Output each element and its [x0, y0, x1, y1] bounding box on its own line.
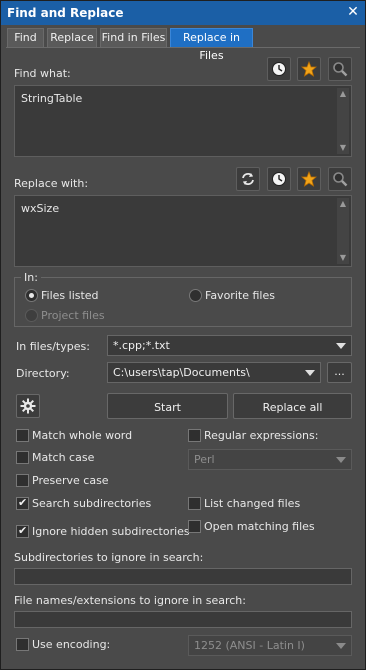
gear-icon	[20, 398, 36, 414]
replace-history-button[interactable]	[267, 167, 291, 191]
directory-label: Directory:	[16, 367, 70, 380]
find-history-button[interactable]	[267, 57, 291, 81]
favorite-files-label[interactable]: Favorite files	[205, 289, 275, 302]
replace-swap-button[interactable]	[236, 167, 260, 191]
use-encoding-label[interactable]: Use encoding:	[32, 638, 110, 651]
match-case-label[interactable]: Match case	[32, 451, 94, 464]
ignore-hidden-subdirectories-label[interactable]: Ignore hidden subdirectories	[32, 525, 190, 538]
swap-refresh-icon	[242, 173, 254, 185]
ignore-hidden-subdirectories-checkbox[interactable]	[16, 524, 29, 538]
replace-with-scrollbar[interactable]: ▲ ▼	[337, 198, 349, 264]
settings-button[interactable]	[16, 394, 40, 418]
file-types-combo[interactable]: *.cpp;*.txt	[107, 335, 352, 356]
subdirs-ignore-input[interactable]	[14, 568, 352, 585]
chevron-down-icon[interactable]	[305, 370, 315, 376]
favorite-star-icon	[301, 171, 317, 187]
search-magnifier-icon	[333, 172, 348, 187]
chevron-down-icon	[336, 457, 346, 463]
replace-favorites-button[interactable]	[297, 167, 321, 191]
names-ignore-label: File names/extensions to ignore in searc…	[14, 594, 246, 607]
subdirs-ignore-label: Subdirectories to ignore in search:	[14, 551, 204, 564]
directory-value: C:\users\tap\Documents\	[113, 366, 250, 379]
files-listed-radio[interactable]	[25, 289, 38, 302]
directory-combo[interactable]: C:\users\tap\Documents\	[107, 362, 321, 383]
regular-expressions-label[interactable]: Regular expressions:	[204, 429, 318, 442]
list-changed-files-checkbox[interactable]	[188, 497, 201, 510]
list-changed-files-label[interactable]: List changed files	[204, 497, 300, 510]
tab-replace-in-files[interactable]: Replace in Files	[170, 28, 253, 62]
history-clock-icon	[272, 172, 286, 186]
regex-engine-combo: Perl	[188, 449, 352, 470]
start-label: Start	[154, 401, 181, 414]
file-types-value: *.cpp;*.txt	[113, 339, 170, 352]
find-what-value: StringTable	[21, 92, 83, 105]
find-what-scrollbar[interactable]: ▲ ▼	[337, 88, 349, 154]
tab-find[interactable]: Find	[7, 28, 44, 48]
search-subdirectories-label[interactable]: Search subdirectories	[32, 497, 151, 510]
favorite-star-icon	[301, 61, 317, 77]
in-group-label: In:	[21, 271, 41, 284]
window-title: Find and Replace	[7, 6, 124, 20]
title-bar: Find and Replace ✕	[1, 1, 365, 25]
use-encoding-checkbox[interactable]	[16, 638, 29, 651]
start-button[interactable]: Start	[107, 393, 228, 419]
find-what-label: Find what:	[14, 67, 71, 80]
tab-replace[interactable]: Replace	[47, 28, 97, 48]
history-clock-icon	[272, 62, 286, 76]
find-search-button[interactable]	[328, 57, 352, 81]
regex-engine-value: Perl	[194, 453, 215, 466]
replace-all-button[interactable]: Replace all	[233, 393, 352, 419]
encoding-combo: 1252 (ANSI - Latin I)	[188, 635, 352, 656]
scroll-down-icon[interactable]: ▼	[337, 142, 349, 154]
replace-with-input[interactable]: wxSize ▲ ▼	[14, 195, 352, 267]
project-files-radio	[25, 309, 38, 322]
favorite-files-radio[interactable]	[189, 289, 202, 302]
replace-with-label: Replace with:	[14, 177, 89, 190]
file-types-label: In files/types:	[16, 340, 90, 353]
scroll-up-icon[interactable]: ▲	[337, 88, 349, 100]
browse-directory-button[interactable]: ...	[327, 362, 352, 383]
project-files-label: Project files	[41, 309, 105, 322]
search-subdirectories-checkbox[interactable]	[16, 496, 29, 510]
replace-with-value: wxSize	[21, 202, 60, 215]
encoding-value: 1252 (ANSI - Latin I)	[194, 639, 305, 652]
find-replace-dialog: Find and Replace ✕ Find Replace Find in …	[0, 0, 366, 670]
open-matching-files-label[interactable]: Open matching files	[204, 520, 315, 533]
chevron-down-icon[interactable]	[336, 343, 346, 349]
preserve-case-checkbox[interactable]	[16, 474, 29, 487]
files-listed-label[interactable]: Files listed	[41, 289, 99, 302]
find-what-input[interactable]: StringTable ▲ ▼	[14, 85, 352, 157]
match-whole-word-checkbox[interactable]	[16, 429, 29, 442]
scroll-down-icon[interactable]: ▼	[337, 252, 349, 264]
browse-label: ...	[334, 365, 345, 378]
match-whole-word-label[interactable]: Match whole word	[32, 429, 132, 442]
replace-all-label: Replace all	[262, 401, 323, 414]
find-favorites-button[interactable]	[297, 57, 321, 81]
open-matching-files-checkbox[interactable]	[188, 520, 201, 533]
close-icon[interactable]: ✕	[345, 4, 361, 20]
tab-divider	[6, 47, 360, 48]
regular-expressions-checkbox[interactable]	[188, 429, 201, 442]
search-magnifier-icon	[333, 62, 348, 77]
chevron-down-icon	[336, 643, 346, 649]
names-ignore-input[interactable]	[14, 611, 352, 628]
replace-search-button[interactable]	[328, 167, 352, 191]
tab-find-in-files[interactable]: Find in Files	[100, 28, 167, 48]
match-case-checkbox[interactable]	[16, 451, 29, 464]
preserve-case-label[interactable]: Preserve case	[32, 474, 109, 487]
scroll-up-icon[interactable]: ▲	[337, 198, 349, 210]
